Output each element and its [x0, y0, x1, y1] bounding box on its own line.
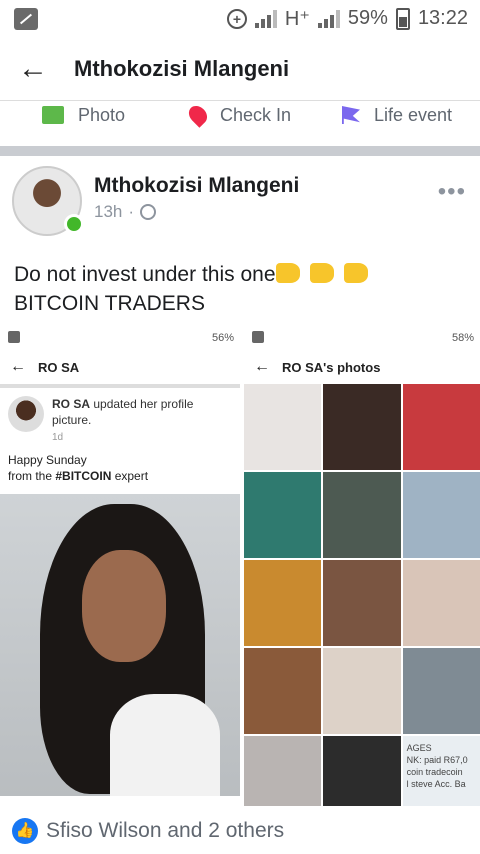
mini-status-bar: 56%	[0, 326, 240, 350]
reactions-row[interactable]: 👍 Sfiso Wilson and 2 others	[0, 808, 480, 854]
attached-screenshot-right[interactable]: 58% ← RO SA's photos AGES NK: paid R67,0…	[244, 326, 480, 806]
mini-post-title: RO SA updated her profile picture.	[52, 396, 232, 428]
photo-face	[82, 550, 166, 662]
grid-photo[interactable]	[244, 648, 322, 734]
status-icons: + H⁺ 59% 13:22	[226, 6, 468, 31]
flag-icon	[342, 106, 360, 124]
dot-separator: ·	[128, 202, 135, 221]
mini-image-icon	[8, 331, 20, 343]
location-pin-icon	[185, 102, 211, 128]
profile-photo[interactable]	[0, 494, 240, 796]
mini-poster-name: RO SA	[52, 397, 91, 411]
life-event-label: Life event	[374, 104, 453, 125]
grid-photo[interactable]	[402, 472, 480, 558]
photo-icon	[42, 106, 64, 124]
grid-photo[interactable]	[402, 648, 480, 734]
more-options-icon[interactable]: •••	[438, 178, 466, 206]
app-header: ← Mthokozisi Mlangeni	[0, 38, 480, 100]
mini-text-suffix: expert	[111, 469, 149, 483]
post-text: Do not invest under this one BITCOIN TRA…	[14, 260, 464, 318]
grid-photo[interactable]	[402, 384, 480, 470]
grid-photo-text[interactable]: AGES NK: paid R67,0 coin tradecoin l ste…	[402, 736, 480, 806]
signal-icon	[254, 9, 277, 28]
grid-photo[interactable]	[244, 384, 322, 470]
feed-post: Mthokozisi Mlangeni 13h · ••• Do not inv…	[0, 156, 480, 854]
mini-title-right: RO SA's photos	[282, 359, 381, 375]
grid-photo[interactable]	[244, 472, 322, 558]
mini-text-prefix: from the	[8, 469, 56, 483]
post-author[interactable]: Mthokozisi Mlangeni	[94, 174, 299, 198]
pointing-down-emoji-icon-3	[343, 263, 368, 283]
photo-button[interactable]: Photo	[42, 101, 125, 129]
globe-icon	[140, 204, 157, 220]
like-icon: 👍	[12, 818, 38, 844]
grid-photo[interactable]	[323, 736, 401, 806]
grid-photo[interactable]	[323, 648, 401, 734]
grid-photo[interactable]	[323, 472, 401, 558]
battery-percent: 59%	[347, 7, 388, 29]
mini-image-icon-right	[252, 331, 264, 343]
check-in-label: Check In	[220, 104, 292, 125]
grid-photo[interactable]	[244, 736, 322, 806]
mini-back-arrow-icon-right: ←	[254, 358, 270, 375]
pointing-down-emoji-icon	[275, 263, 300, 283]
network-type: H⁺	[284, 8, 310, 30]
post-time: 13h	[94, 202, 123, 221]
mini-post-header: RO SA updated her profile picture. 1d	[0, 384, 240, 444]
battery-icon	[395, 7, 410, 30]
mini-hashtag: #BITCOIN	[55, 469, 112, 483]
mini-avatar	[8, 396, 44, 432]
section-divider	[0, 146, 480, 156]
photo-top	[110, 694, 220, 796]
mini-post-text: Happy Sunday from the #BITCOIN expert	[0, 444, 240, 486]
back-arrow-icon[interactable]: ←	[18, 52, 52, 86]
grid-photo[interactable]	[323, 384, 401, 470]
photo-label: Photo	[78, 104, 126, 125]
mini-header-right: ← RO SA's photos	[244, 350, 480, 384]
data-saver-icon: +	[226, 8, 247, 29]
post-meta: 13h ·	[94, 202, 157, 222]
online-status-dot	[64, 214, 84, 234]
grid-photo[interactable]	[402, 560, 480, 646]
mini-battery-right: 58%	[451, 332, 474, 344]
mini-text-line1: Happy Sunday	[8, 453, 87, 467]
image-notification-icon	[14, 8, 38, 30]
mini-back-arrow-icon: ←	[10, 358, 26, 375]
mini-post-time: 1d	[52, 432, 64, 443]
page-title: Mthokozisi Mlangeni	[74, 56, 290, 81]
clock: 13:22	[417, 7, 468, 29]
photo-grid: AGES NK: paid R67,0 coin tradecoin l ste…	[244, 384, 480, 806]
grid-photo[interactable]	[244, 560, 322, 646]
grid-photo[interactable]	[323, 560, 401, 646]
life-event-button[interactable]: Life event	[342, 101, 452, 129]
signal-icon-2	[317, 9, 340, 28]
check-in-button[interactable]: Check In	[185, 101, 292, 129]
post-text-line1: Do not invest under this one	[14, 263, 276, 286]
mini-status-bar-right: 58%	[244, 326, 480, 350]
post-text-line2: BITCOIN TRADERS	[14, 292, 205, 315]
status-bar: + H⁺ 59% 13:22	[0, 0, 480, 38]
pointing-down-emoji-icon-2	[309, 263, 334, 283]
reactions-text: Sfiso Wilson and 2 others	[46, 819, 285, 842]
mini-battery: 56%	[211, 332, 234, 344]
mini-title: RO SA	[38, 359, 80, 375]
mini-header: ← RO SA	[0, 350, 240, 384]
composer-actions: Photo Check In Life event	[0, 100, 480, 146]
